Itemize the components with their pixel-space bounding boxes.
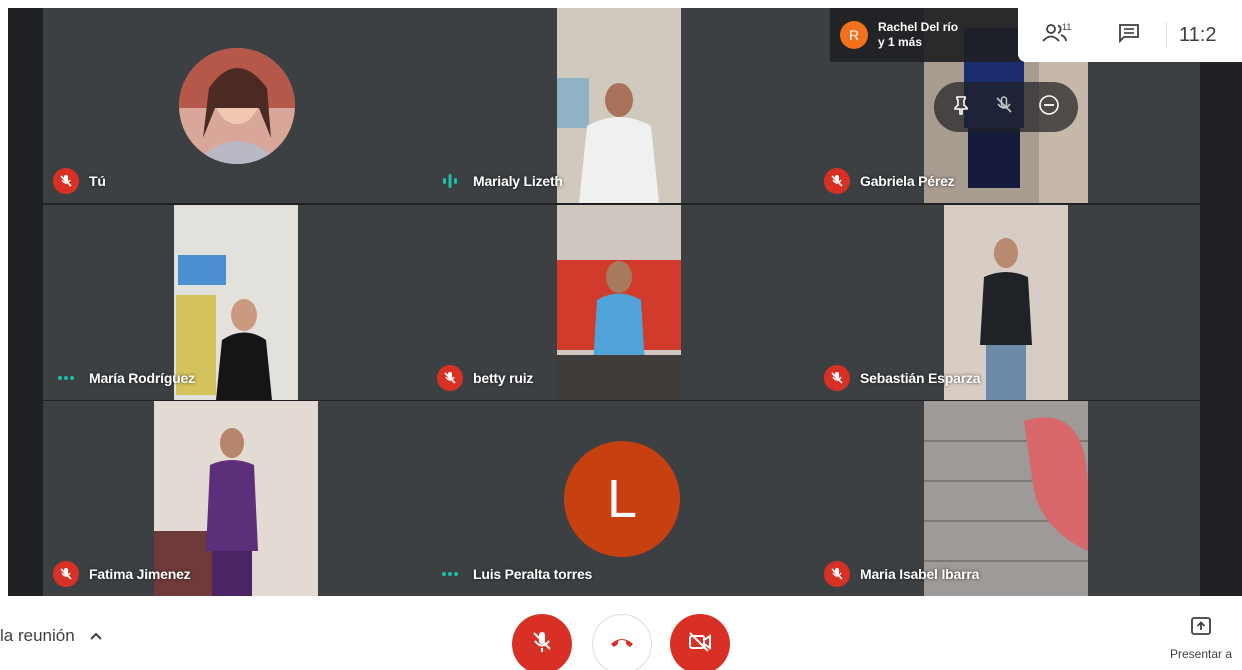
participant-name: Maria Isabel Ibarra (860, 566, 980, 582)
participant-label: María Rodríguez (53, 365, 195, 391)
participant-label: Luis Peralta torres (437, 561, 592, 587)
participant-count: 11 (1062, 22, 1072, 32)
mic-off-icon (824, 561, 850, 587)
more-dots-icon (53, 365, 79, 391)
participant-tile-marialy-lizeth[interactable]: Marialy Lizeth (429, 8, 815, 203)
participant-tile-fatima-jimenez[interactable]: Fatima Jimenez (43, 401, 429, 596)
participant-name: Sebastián Esparza (860, 370, 981, 386)
participant-tile-tu[interactable]: Tú (43, 8, 429, 203)
camera-toggle-button[interactable] (670, 614, 730, 670)
participant-tile-maria-isabel-ibarra[interactable]: Maria Isabel Ibarra (814, 401, 1200, 596)
participant-video (557, 205, 681, 400)
participant-label: Marialy Lizeth (437, 168, 563, 194)
bottom-bar: la reunión Presentar a (0, 596, 1242, 670)
hang-up-icon (609, 635, 635, 654)
presenter-chip[interactable]: R Rachel Del río y 1 más (830, 8, 1020, 62)
meet-window: Tú Marialy Lizeth Gabriela Pérez María R… (0, 0, 1242, 670)
camera-off-icon (687, 631, 713, 658)
participant-name: Gabriela Pérez (860, 173, 955, 189)
participant-tile-luis-peralta-torres[interactable]: L Luis Peralta torres (429, 401, 815, 596)
mic-off-icon (824, 168, 850, 194)
participant-label: Gabriela Pérez (824, 168, 955, 194)
participant-name: betty ruiz (473, 370, 534, 386)
host-name: Rachel Del río (878, 20, 959, 34)
participant-label: betty ruiz (437, 365, 533, 391)
present-now-button[interactable]: Presentar a (1160, 616, 1242, 661)
host-more: y 1 más (878, 35, 923, 49)
host-label: Rachel Del río y 1 más (878, 20, 958, 50)
participant-video (557, 8, 681, 203)
user-avatar-photo (179, 48, 295, 164)
participant-label: Maria Isabel Ibarra (824, 561, 979, 587)
tile-hover-controls (934, 82, 1078, 132)
participant-tile-sebastian-esparza[interactable]: Sebastián Esparza (814, 205, 1200, 400)
meeting-details-label: la reunión (0, 626, 75, 645)
top-right-area: R Rachel Del río y 1 más 11 11:2 (830, 8, 1242, 62)
host-avatar: R (840, 21, 868, 49)
more-dots-icon (437, 561, 463, 587)
present-screen-icon (1190, 616, 1212, 641)
remove-icon[interactable] (1038, 94, 1060, 121)
mic-off-icon (53, 561, 79, 587)
participant-name: María Rodríguez (89, 370, 195, 386)
speaking-indicator-icon (437, 168, 463, 194)
participant-initial-avatar: L (564, 441, 680, 557)
participant-tile-maria-rodriguez[interactable]: María Rodríguez (43, 205, 429, 400)
chevron-up-icon (89, 626, 103, 646)
chat-icon (1118, 23, 1140, 48)
participant-name: Marialy Lizeth (473, 173, 563, 189)
present-label: Presentar a (1169, 647, 1233, 661)
mic-off-icon (531, 630, 553, 659)
pin-icon[interactable] (952, 95, 970, 120)
mic-off-icon (824, 365, 850, 391)
mic-toggle-button[interactable] (512, 614, 572, 670)
participant-label: Tú (53, 168, 106, 194)
people-button[interactable]: 11 (1018, 8, 1092, 62)
mic-off-icon (53, 168, 79, 194)
mic-off-icon (437, 365, 463, 391)
clock: 11:2 (1179, 23, 1217, 46)
chat-button[interactable] (1092, 8, 1166, 62)
participant-name: Luis Peralta torres (473, 566, 593, 582)
hang-up-button[interactable] (592, 614, 652, 670)
mute-icon[interactable] (994, 95, 1014, 120)
meeting-details-button[interactable]: la reunión (0, 626, 103, 646)
participant-name: Tú (89, 173, 106, 189)
participant-name: Fatima Jimenez (89, 566, 191, 582)
participant-label: Fatima Jimenez (53, 561, 191, 587)
top-bar: 11 11:2 (1018, 8, 1242, 62)
participant-tile-betty-ruiz[interactable]: betty ruiz (429, 205, 815, 400)
participant-label: Sebastián Esparza (824, 365, 981, 391)
